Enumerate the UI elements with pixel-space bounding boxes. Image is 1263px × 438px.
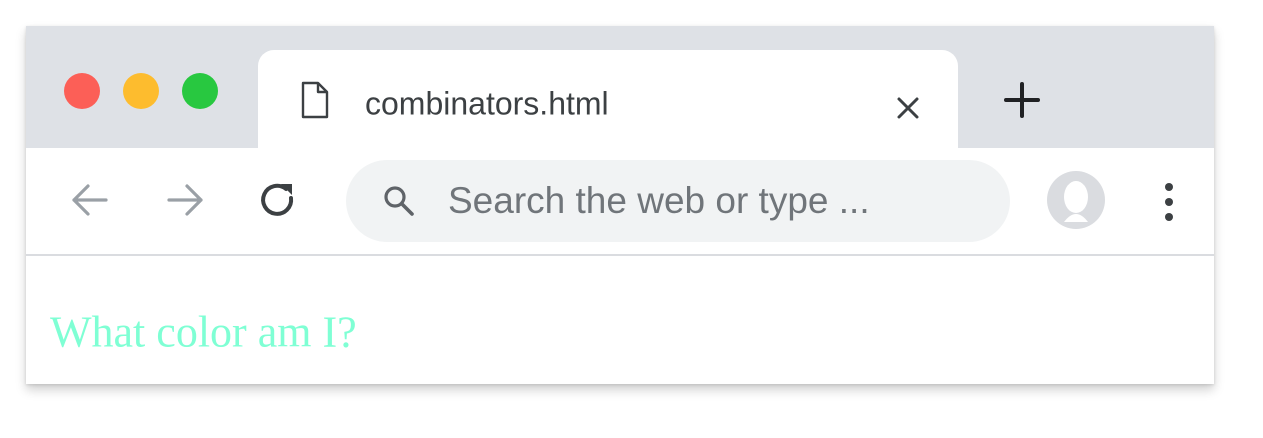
close-icon[interactable]	[892, 92, 924, 124]
document-icon	[301, 81, 329, 119]
avatar-icon[interactable]	[1046, 170, 1106, 230]
window-close-button[interactable]	[64, 73, 100, 109]
reload-icon[interactable]	[256, 178, 300, 222]
page-content: What color am I?	[26, 256, 1214, 384]
address-bar[interactable]: Search the web or type ...	[346, 160, 1010, 242]
tab-combinators[interactable]: combinators.html	[258, 50, 958, 150]
window-maximize-button[interactable]	[182, 73, 218, 109]
toolbar: Search the web or type ...	[26, 148, 1214, 256]
browser-window: combinators.html Search the web or type …	[26, 26, 1214, 384]
tab-strip: combinators.html	[26, 26, 1214, 150]
tab-title: combinators.html	[365, 85, 609, 122]
kebab-menu-icon[interactable]	[1153, 178, 1185, 226]
arrow-left-icon[interactable]	[68, 178, 112, 222]
page-text: What color am I?	[50, 307, 357, 357]
plus-icon[interactable]	[1002, 80, 1042, 120]
search-icon	[384, 186, 414, 216]
arrow-right-icon[interactable]	[163, 178, 207, 222]
window-minimize-button[interactable]	[123, 73, 159, 109]
address-bar-placeholder: Search the web or type ...	[448, 180, 870, 221]
